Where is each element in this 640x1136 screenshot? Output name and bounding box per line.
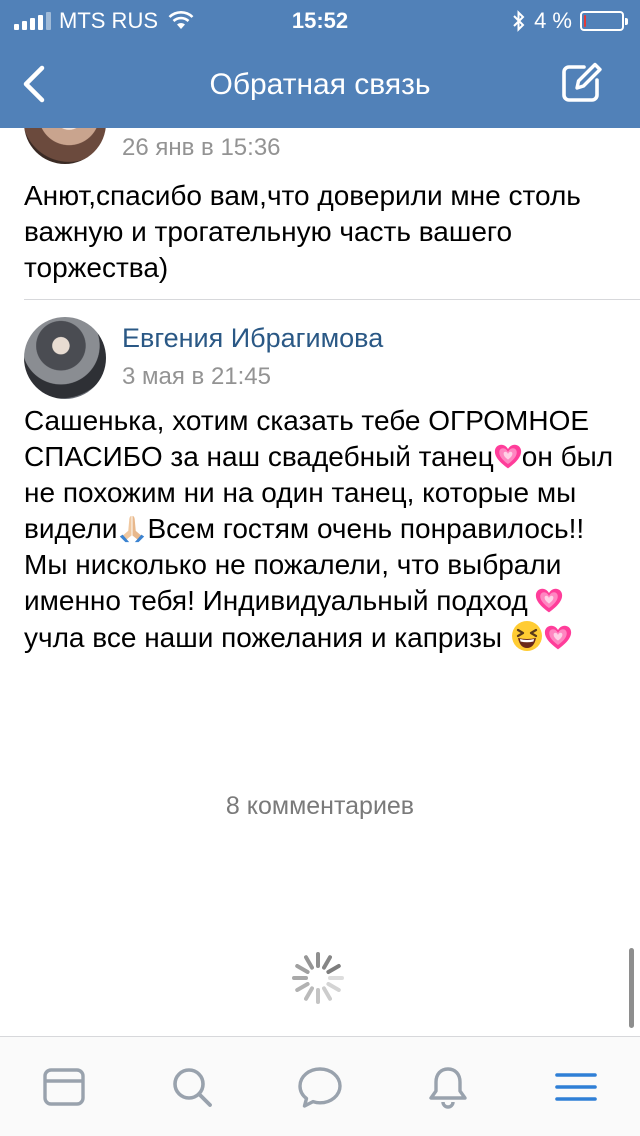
messages-icon[interactable]	[296, 1063, 344, 1111]
spinner-spoke	[304, 986, 314, 1001]
laughing-face-icon	[511, 621, 542, 651]
comment-date: 26 янв в 15:36	[122, 134, 281, 161]
spinner-spoke	[326, 964, 341, 974]
comment-date: 3 мая в 21:45	[122, 363, 272, 390]
sparkling-heart-icon	[494, 443, 522, 471]
menu-icon[interactable]	[552, 1063, 600, 1111]
battery-icon	[580, 11, 628, 31]
sparkling-heart-icon	[535, 587, 563, 615]
nav-bar: Обратная связь	[0, 40, 640, 128]
header: MTS RUS 15:52 4 % Обратная связь	[0, 0, 640, 128]
page-title: Обратная связь	[209, 68, 431, 101]
spinner-spoke	[322, 986, 332, 1001]
comments-count-link[interactable]: 8 комментариев	[0, 792, 640, 821]
spinner-spoke	[326, 982, 341, 992]
battery-percent: 4 %	[534, 8, 572, 33]
avatar[interactable]	[24, 317, 106, 399]
tab-bar	[0, 1036, 640, 1136]
comment-text: Сашенька, хотим сказать тебе ОГРОМНОЕ СП…	[24, 403, 624, 656]
scrollbar[interactable]	[629, 948, 634, 1028]
status-bar: MTS RUS 15:52 4 %	[0, 0, 640, 40]
search-icon[interactable]	[168, 1063, 216, 1111]
spinner-spoke	[295, 982, 310, 992]
spinner-icon	[292, 952, 344, 1004]
spinner-spoke	[295, 964, 310, 974]
divider	[24, 299, 640, 300]
news-icon[interactable]	[40, 1063, 88, 1111]
notifications-icon[interactable]	[424, 1063, 472, 1111]
comments-list: 26 янв в 15:36 Анют,спасибо вам,что дове…	[0, 128, 640, 1036]
avatar[interactable]	[24, 128, 106, 164]
comment-text: Анют,спасибо вам,что доверили мне столь …	[24, 180, 581, 283]
spinner-spoke	[322, 955, 332, 970]
pray-icon	[120, 515, 145, 543]
bluetooth-icon	[513, 10, 525, 32]
compose-icon[interactable]	[558, 60, 604, 106]
spinner-spoke	[304, 955, 314, 970]
comment-author[interactable]: Евгения Ибрагимова	[122, 323, 383, 354]
sparkling-heart-icon	[544, 624, 572, 652]
comment-text-part: учла все наши пожелания и капризы	[24, 622, 510, 653]
